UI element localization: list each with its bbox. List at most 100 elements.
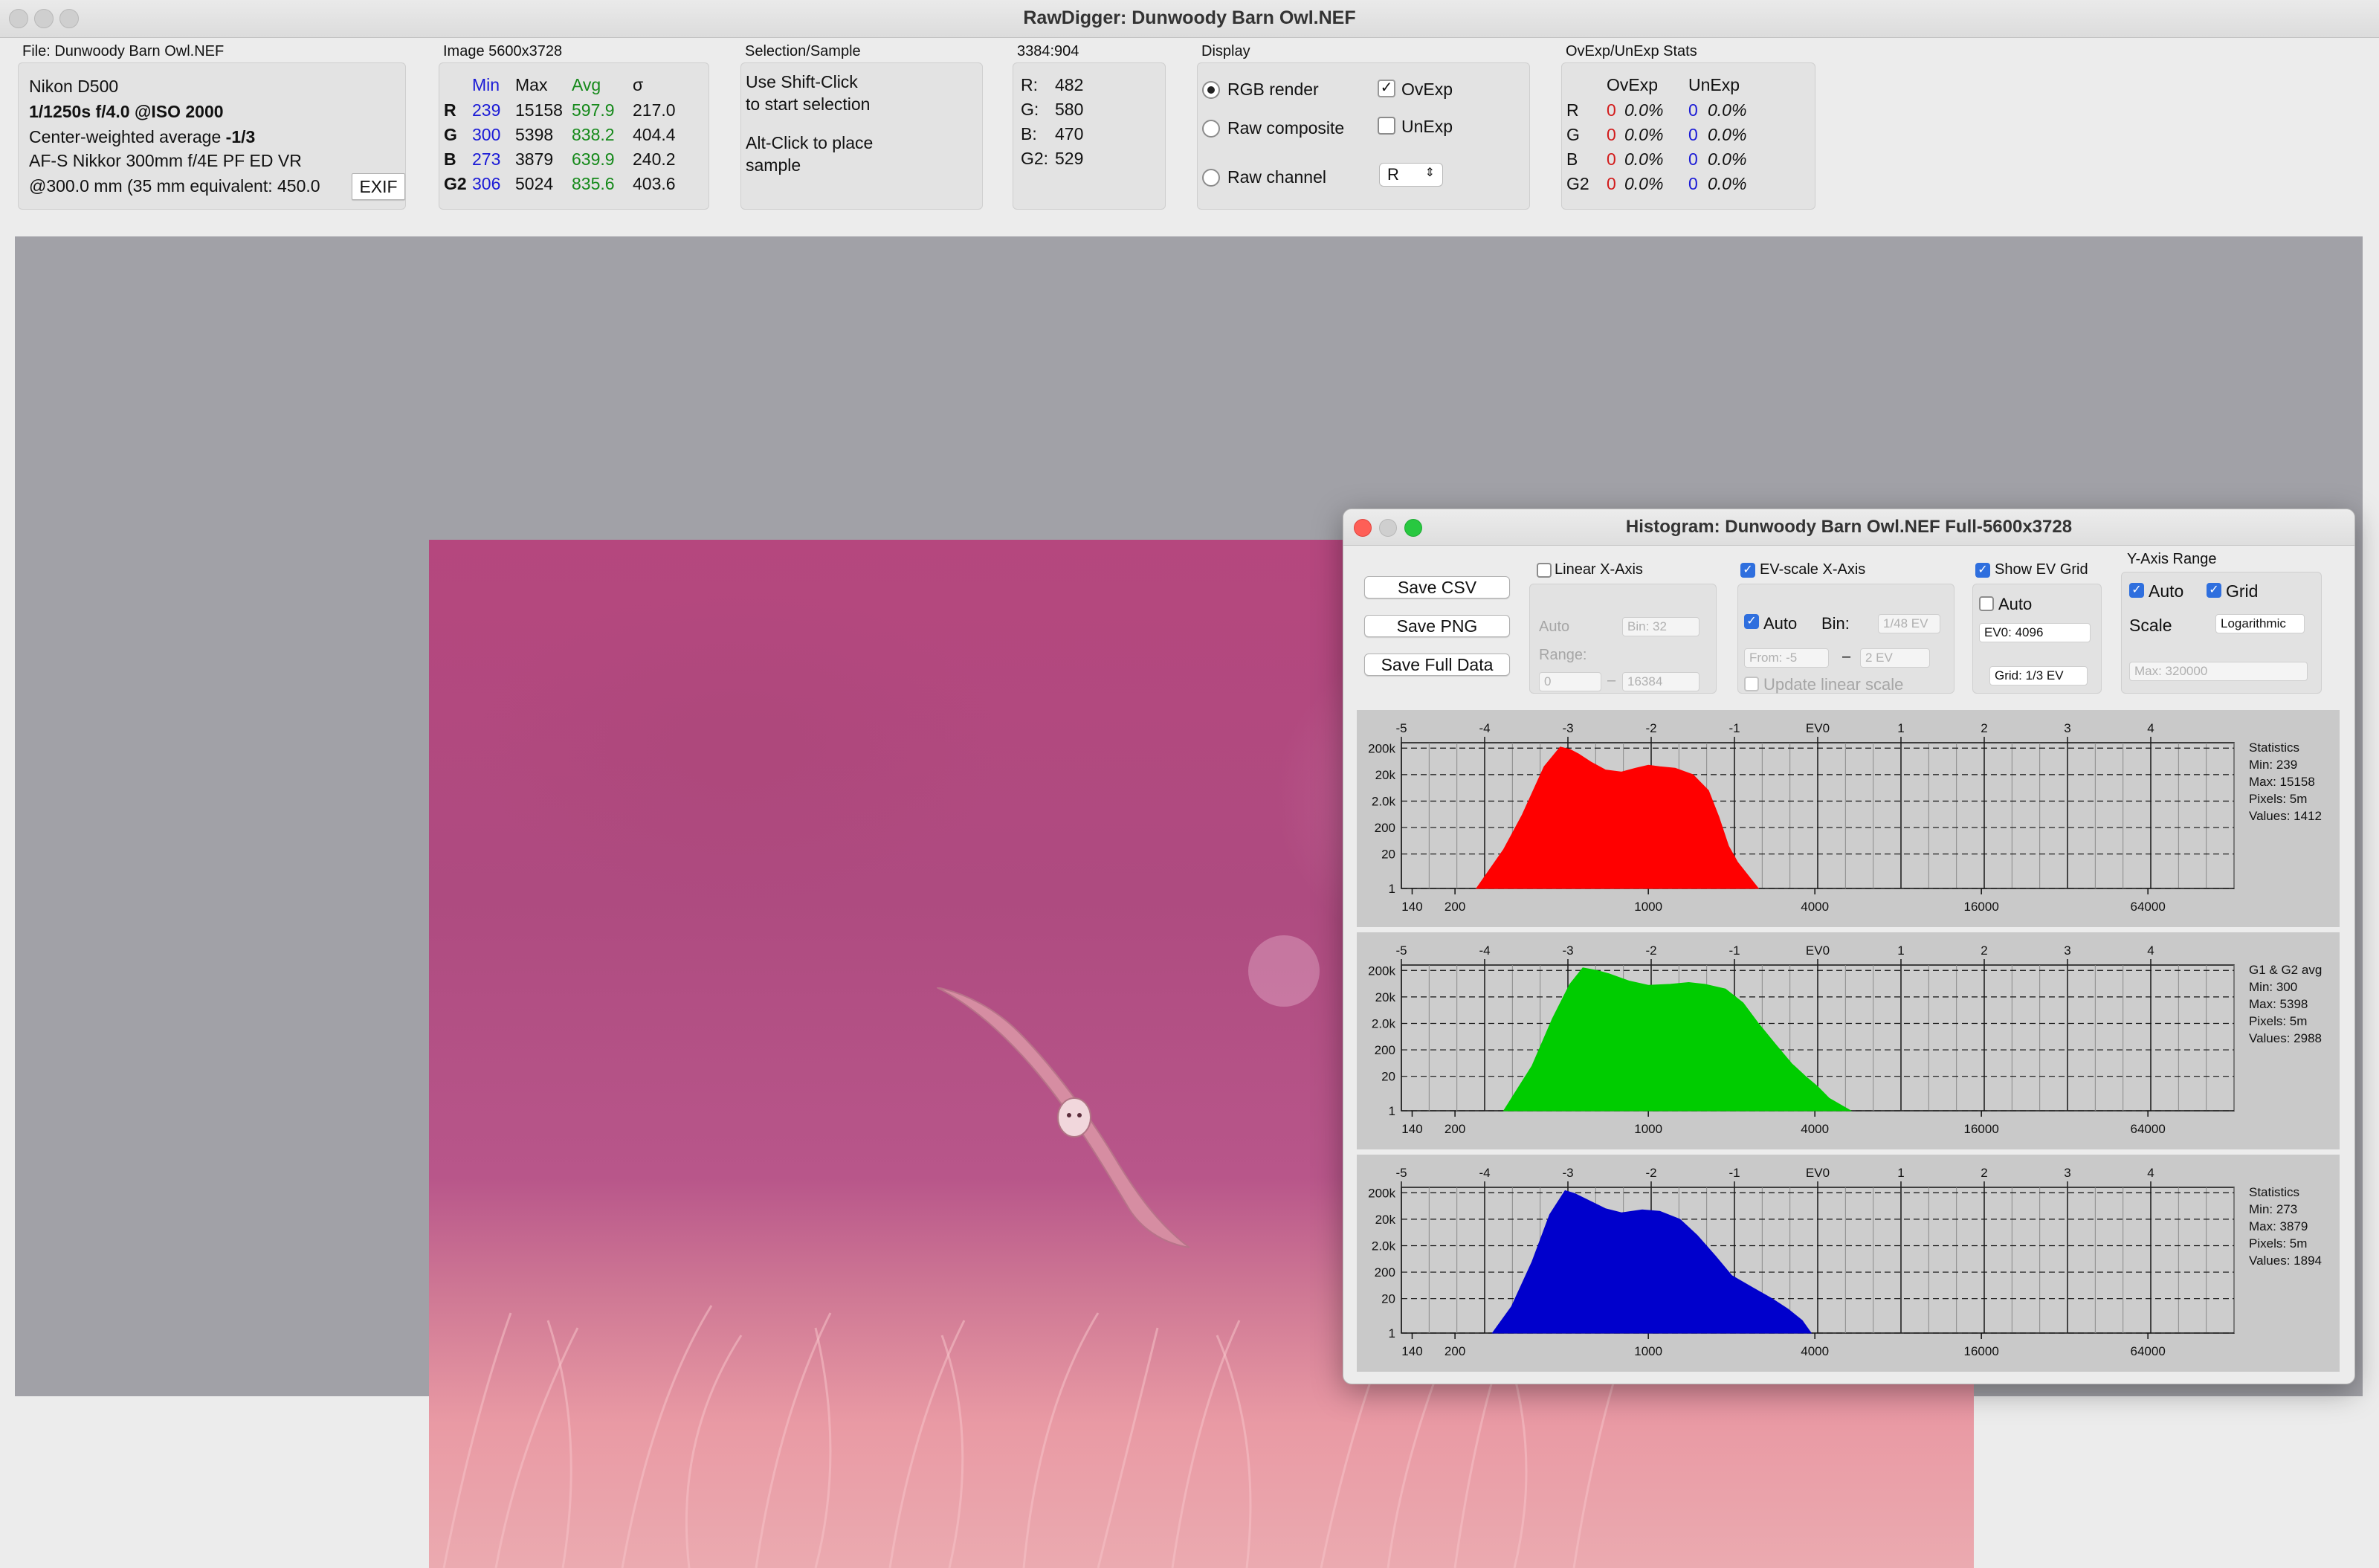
y-tick-label: 20k — [1375, 768, 1396, 782]
ev-tick-label: -3 — [1562, 721, 1573, 735]
window-title: RawDigger: Dunwoody Barn Owl.NEF — [1023, 7, 1356, 28]
linear-x-axis-checkbox[interactable] — [1537, 563, 1552, 578]
ov-percent: 0.0% — [1624, 174, 1664, 193]
row-avg: 597.9 — [572, 100, 615, 120]
updown-icon: ⇕ — [1424, 167, 1435, 179]
header-sigma: σ — [633, 75, 644, 94]
row-max: 15158 — [515, 100, 563, 120]
y-tick-label: 200 — [1375, 1043, 1395, 1057]
ev-bin-select[interactable]: 1/48 EV — [1878, 614, 1940, 633]
save-csv-button[interactable]: Save CSV — [1364, 576, 1510, 599]
y-tick-label: 20k — [1375, 1213, 1396, 1227]
image-stats-panel: Min Max Avg σ R 239 15158 597.9 217.0 G … — [439, 62, 709, 210]
row-max: 3879 — [515, 149, 554, 169]
ev-tick-label: -1 — [1728, 943, 1740, 958]
ovexp-checkbox[interactable]: ✓ — [1378, 80, 1395, 97]
ev-tick-label: -4 — [1479, 943, 1490, 958]
y-auto-label: Auto — [2149, 581, 2184, 601]
y-max-field[interactable]: Max: 320000 — [2129, 662, 2308, 681]
rgb-render-radio[interactable] — [1202, 81, 1220, 99]
exif-button[interactable]: EXIF — [352, 173, 405, 200]
linear-x-axis-label: Linear X-Axis — [1555, 561, 1643, 578]
ev-scale-checkbox[interactable]: ✓ — [1740, 563, 1755, 578]
ovexp-stats-label: OvExp/UnExp Stats — [1566, 43, 1697, 59]
y-grid-label: Grid — [2226, 581, 2259, 601]
histogram-blue-panel[interactable]: -5 -4 -3 -2 -1 EV0 1 2 3 4 200k 20k 2.0k 200 20 1 140 200… — [1357, 1155, 2340, 1372]
x-tick-label: 200 — [1444, 1344, 1465, 1358]
ev0-field[interactable]: EV0: 4096 — [1979, 623, 2091, 642]
y-auto-checkbox[interactable]: ✓ — [2129, 583, 2144, 598]
scale-select[interactable]: Logarithmic — [2215, 614, 2305, 633]
row-sd: 217.0 — [633, 100, 676, 120]
update-linear-checkbox[interactable] — [1744, 677, 1759, 691]
statistics-line: Values: 1412 — [2249, 809, 2322, 823]
linear-bin-field[interactable]: Bin: 32 — [1622, 617, 1699, 636]
ev-tick-label: 3 — [2064, 721, 2070, 735]
row-channel: G2 — [444, 174, 467, 193]
statistics-line: Min: 239 — [2249, 758, 2297, 772]
title-bar: RawDigger: Dunwoody Barn Owl.NEF — [0, 0, 2379, 38]
statistics-line: Pixels: 5m — [2249, 1014, 2307, 1028]
raw-channel-select[interactable]: R ⇕ — [1379, 163, 1443, 187]
statistics-line: G1 & G2 avg — [2249, 963, 2322, 977]
save-full-data-button[interactable]: Save Full Data — [1364, 654, 1510, 676]
ovexp-label: OvExp — [1401, 80, 1453, 99]
show-ev-grid-checkbox[interactable]: ✓ — [1975, 563, 1990, 578]
ev-from-field[interactable]: From: -5 — [1744, 648, 1829, 668]
histogram-red-panel[interactable]: -5 -4 -3 -2 -1 EV0 1 2 3 4 200k 20k 2.0k 200 20 1 140 200… — [1357, 710, 2340, 927]
histogram-green-panel[interactable]: -5 -4 -3 -2 -1 EV0 1 2 3 4 200k 20k 2.0k 200 20 1 140 200… — [1357, 932, 2340, 1149]
selection-label: Selection/Sample — [745, 43, 861, 59]
statistics-line: Pixels: 5m — [2249, 792, 2307, 806]
y-tick-label: 2.0k — [1372, 1016, 1396, 1030]
x-tick-label: 16000 — [1964, 1344, 1999, 1358]
row-channel: R — [444, 100, 456, 120]
row-channel: B — [444, 149, 456, 169]
ev-tick-label: -1 — [1728, 1166, 1740, 1180]
ev-tick-label: 3 — [2064, 943, 2070, 958]
y-grid-checkbox[interactable]: ✓ — [2207, 583, 2221, 598]
selection-hint-3: Alt-Click to place — [746, 133, 874, 152]
range-from-field[interactable]: 0 — [1539, 672, 1601, 691]
ev-tick-label: -2 — [1645, 943, 1656, 958]
unexp-checkbox[interactable] — [1378, 117, 1395, 135]
update-linear-label: Update linear scale — [1763, 675, 1904, 694]
camera-model: Nikon D500 — [29, 77, 119, 96]
ev-tick-label: -4 — [1479, 721, 1490, 735]
image-size-label: Image 5600x3728 — [443, 43, 563, 59]
x-tick-label: 16000 — [1964, 900, 1999, 914]
header-avg: Avg — [572, 75, 601, 94]
ov-count: 0 — [1607, 149, 1616, 169]
un-count: 0 — [1688, 100, 1698, 120]
ev-tick-label: 4 — [2147, 1166, 2154, 1180]
statistics-line: Statistics — [2249, 741, 2299, 755]
grid-step-select[interactable]: Grid: 1/3 EV — [1989, 666, 2088, 685]
ev-tick-label: 2 — [1981, 943, 1987, 958]
raw-composite-label: Raw composite — [1227, 118, 1345, 138]
un-percent: 0.0% — [1708, 125, 1747, 144]
statistics-line: Min: 273 — [2249, 1202, 2297, 1216]
statistics-line: Statistics — [2249, 1185, 2299, 1199]
cursor-coords: 3384:904 — [1017, 43, 1079, 59]
x-tick-label: 1000 — [1634, 900, 1662, 914]
statistics-line: Pixels: 5m — [2249, 1236, 2307, 1251]
raw-channel-radio[interactable] — [1202, 169, 1220, 187]
selection-hint-4: sample — [746, 155, 801, 175]
y-axis-group: ✓ Auto ✓ Grid Scale Logarithmic Max: 320… — [2121, 572, 2322, 694]
y-tick-label: 20 — [1381, 1292, 1395, 1306]
x-tick-label: 4000 — [1801, 900, 1829, 914]
statistics-line: Min: 300 — [2249, 980, 2297, 994]
selection-hint-2: to start selection — [746, 94, 871, 114]
row-min: 273 — [472, 149, 501, 169]
y-tick-label: 1 — [1389, 1104, 1395, 1118]
ev-to-field[interactable]: 2 EV — [1860, 648, 1930, 668]
ev-grid-auto-checkbox[interactable] — [1979, 596, 1994, 611]
statistics-line: Max: 15158 — [2249, 775, 2315, 789]
save-png-button[interactable]: Save PNG — [1364, 615, 1510, 637]
rgb-render-label: RGB render — [1227, 80, 1319, 99]
ev-tick-label: 2 — [1981, 721, 1987, 735]
sample-value: 580 — [1055, 100, 1084, 119]
ev-auto-checkbox[interactable]: ✓ — [1744, 614, 1759, 629]
range-to-field[interactable]: 16384 — [1622, 672, 1699, 691]
histogram-window[interactable]: Histogram: Dunwoody Barn Owl.NEF Full-56… — [1343, 509, 2355, 1384]
raw-composite-radio[interactable] — [1202, 120, 1220, 138]
